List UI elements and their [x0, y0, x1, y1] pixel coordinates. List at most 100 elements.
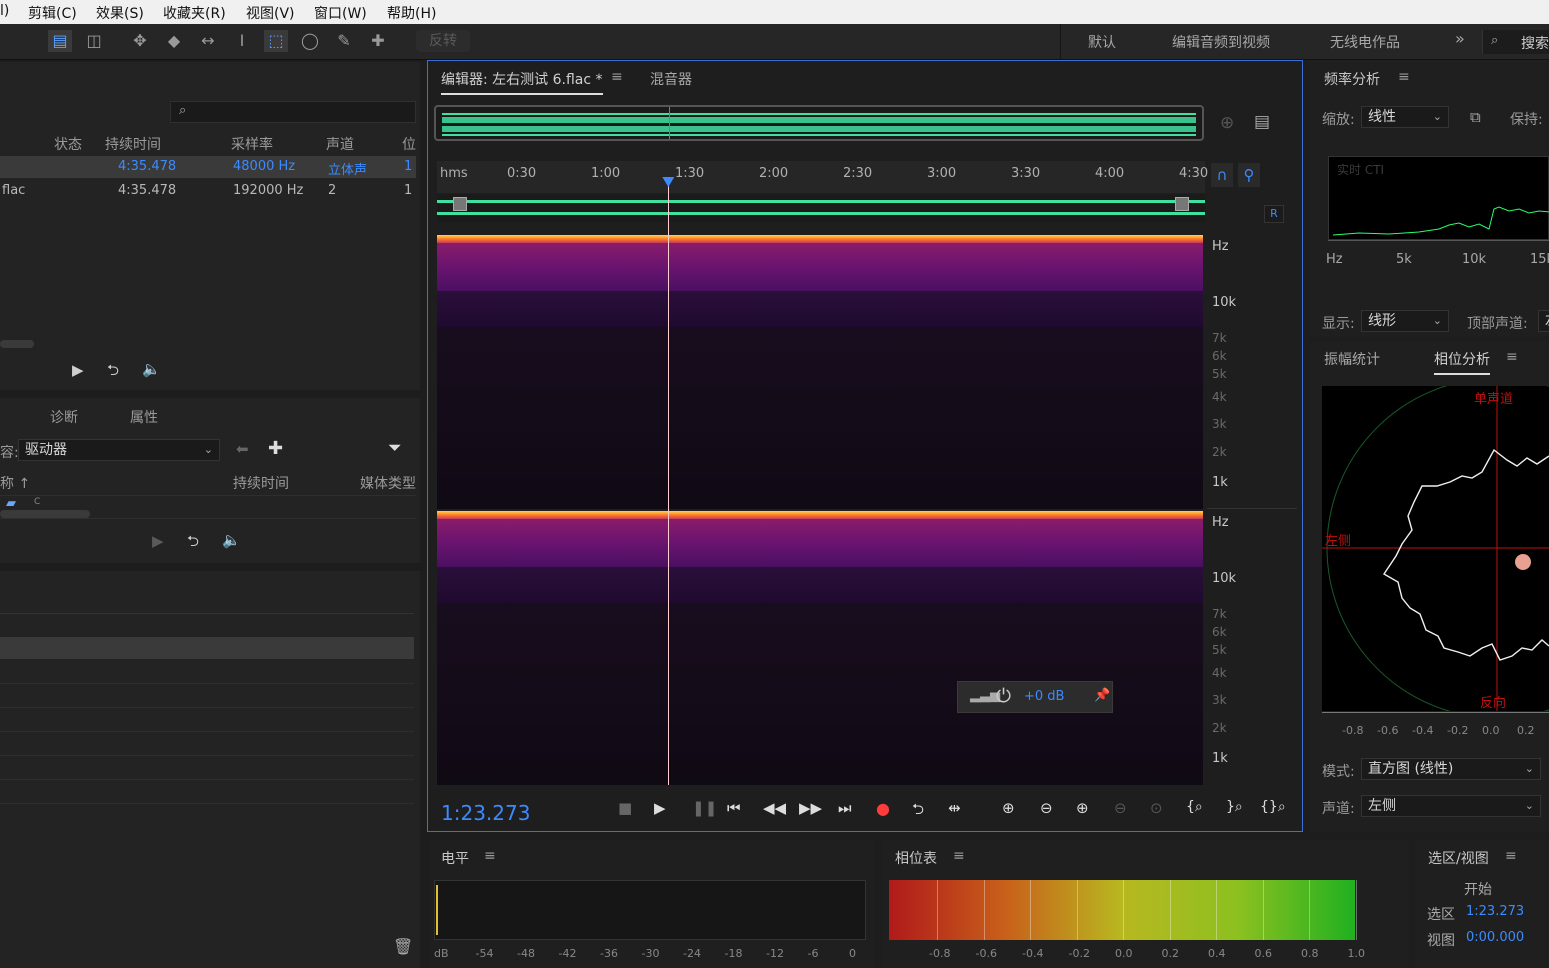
menu-view[interactable]: 视图(V) — [246, 3, 295, 23]
back-arrow-icon[interactable]: ⬅ — [236, 440, 249, 458]
reverse-button[interactable]: 反转 — [416, 30, 470, 52]
col-duration[interactable]: 持续时间 — [233, 473, 289, 493]
location-dropdown[interactable]: 驱动器 ⌄ — [18, 439, 220, 461]
files-search-input[interactable]: ⌕ — [170, 101, 416, 123]
top-channel-dropdown[interactable]: 左 — [1538, 310, 1549, 332]
table-row[interactable]: flac 4:35.478 192000 Hz 2 1 — [0, 180, 416, 202]
panel-menu-icon[interactable]: ≡ — [1505, 848, 1517, 864]
channel-dropdown[interactable]: 左侧 ⌄ — [1361, 795, 1541, 817]
menu-effects[interactable]: 效果(S) — [96, 3, 144, 23]
menu-favorites[interactable]: 收藏夹(R) — [163, 3, 226, 23]
tab-amplitude-stats[interactable]: 振幅统计 — [1324, 349, 1380, 369]
col-name[interactable]: 称 ↑ — [0, 473, 30, 493]
volume-value[interactable]: +0 dB — [1024, 689, 1064, 704]
loop-icon[interactable]: ⮌ — [107, 360, 119, 385]
menu-help[interactable]: 帮助(H) — [387, 3, 436, 23]
add-shortcut-icon[interactable]: ✚ — [268, 438, 283, 459]
fast-forward-icon[interactable]: ▶▶ — [799, 799, 822, 817]
play-icon[interactable]: ▶ — [72, 361, 84, 379]
playhead[interactable] — [668, 181, 670, 785]
col-bits[interactable]: 位 — [402, 134, 416, 154]
workspace-radio[interactable]: 无线电作品 — [1330, 32, 1400, 52]
loop-icon[interactable]: ⮌ — [912, 799, 924, 824]
pause-icon[interactable]: ❚❚ — [692, 799, 717, 817]
skip-start-icon[interactable]: ⏮ — [727, 799, 741, 817]
zoom-in-point-icon[interactable]: {⌕ — [1186, 799, 1203, 815]
panel-menu-icon[interactable]: ≡ — [611, 69, 623, 85]
copy-icon[interactable]: ⧉ — [1470, 108, 1481, 126]
stop-icon[interactable]: ■ — [618, 799, 632, 817]
zoom-in-amplitude-icon[interactable]: ⊕ — [1002, 799, 1015, 817]
list-view-icon[interactable]: ▤ — [1254, 112, 1270, 132]
horizontal-scrollbar[interactable] — [0, 340, 34, 348]
view-start-value[interactable]: 0:00.000 — [1466, 930, 1524, 945]
col-mediatype[interactable]: 媒体类型 — [360, 473, 416, 493]
zoom-out-point-icon[interactable]: }⌕ — [1226, 799, 1243, 815]
table-row[interactable]: 4:35.478 48000 Hz 立体声 1 — [0, 156, 416, 178]
pin-icon[interactable]: 📌 — [1094, 688, 1110, 703]
volume-knob-icon[interactable]: ⏻ — [996, 685, 1011, 707]
menu-window[interactable]: 窗口(W) — [314, 3, 367, 23]
waveform-view-icon[interactable]: ▤ — [48, 30, 72, 52]
panel-menu-icon[interactable]: ≡ — [1398, 69, 1410, 85]
scale-dropdown[interactable]: 线性 ⌄ — [1361, 106, 1449, 128]
lasso-tool-icon[interactable]: ◯ — [298, 30, 322, 52]
col-samplerate[interactable]: 采样率 — [231, 134, 273, 154]
list-item[interactable] — [0, 637, 414, 659]
mode-dropdown[interactable]: 直方图 (线性) ⌄ — [1361, 758, 1541, 780]
spectral-view-icon[interactable]: ◫ — [82, 30, 106, 52]
spectrogram-left[interactable] — [437, 235, 1203, 509]
brush-tool-icon[interactable]: ✎ — [332, 30, 356, 52]
zoom-full-icon[interactable]: ⊙ — [1150, 799, 1163, 817]
zoom-to-fit-icon[interactable]: ⊕ — [1220, 113, 1234, 133]
tab-mixer[interactable]: 混音器 — [650, 69, 692, 89]
volume-hud[interactable]: ▂▃▅ ⏻ +0 dB 📌 — [957, 681, 1113, 713]
display-dropdown[interactable]: 线形 ⌄ — [1361, 310, 1449, 332]
current-time[interactable]: 1:23.273 — [441, 801, 530, 825]
time-selection-tool-icon[interactable]: I — [230, 30, 254, 52]
col-duration[interactable]: 持续时间 — [105, 134, 161, 154]
zoom-selection-icon[interactable]: {}⌕ — [1260, 799, 1286, 815]
rewind-icon[interactable]: ◀◀ — [763, 799, 786, 817]
fade-out-handle[interactable] — [1175, 197, 1189, 211]
search-box[interactable]: ⌕ 搜索 — [1482, 30, 1549, 54]
move-tool-icon[interactable]: ✥ — [128, 30, 152, 52]
slip-tool-icon[interactable]: ↔ — [196, 30, 220, 52]
selection-start-value[interactable]: 1:23.273 — [1466, 904, 1524, 919]
zoom-in-time-icon[interactable]: ⊕ — [1076, 799, 1089, 817]
play-icon[interactable]: ▶ — [152, 532, 164, 550]
zoom-out-time-icon[interactable]: ⊖ — [1114, 799, 1127, 817]
tab-properties[interactable]: 属性 — [130, 407, 158, 427]
time-ruler[interactable]: hms 0:30 1:00 1:30 2:00 2:30 3:00 3:30 4:00 4:30 — [437, 161, 1208, 193]
marker-pin-icon[interactable]: ⚲ — [1238, 163, 1260, 187]
panel-menu-icon[interactable]: ≡ — [1506, 349, 1518, 365]
workspace-default[interactable]: 默认 — [1088, 32, 1116, 52]
channel-badge[interactable]: R — [1264, 205, 1284, 223]
loop-icon[interactable]: ⮌ — [187, 531, 199, 556]
play-icon[interactable]: ▶ — [654, 799, 666, 817]
zoom-out-amplitude-icon[interactable]: ⊖ — [1040, 799, 1053, 817]
filter-icon[interactable]: ⏷ — [388, 438, 402, 458]
fade-in-handle[interactable] — [453, 197, 467, 211]
record-icon[interactable]: ● — [876, 799, 890, 818]
headphone-icon[interactable]: ∩ — [1211, 163, 1233, 187]
trash-icon[interactable]: 🗑 — [393, 937, 413, 956]
menu-partial[interactable]: l) — [0, 3, 9, 19]
skip-selection-icon[interactable]: ⇹ — [948, 799, 961, 817]
tab-editor[interactable]: 编辑器: 左右测试 6.flac * — [441, 69, 603, 95]
skip-end-icon[interactable]: ⏭ — [838, 799, 852, 817]
col-status[interactable]: 状态 — [54, 134, 82, 154]
overview-navigator[interactable] — [434, 105, 1204, 141]
healing-tool-icon[interactable]: ✚ — [366, 30, 390, 52]
tab-phase-analysis[interactable]: 相位分析 — [1434, 349, 1490, 375]
razor-tool-icon[interactable]: ◆ — [162, 30, 186, 52]
autoplay-speaker-icon[interactable]: 🔈 — [142, 360, 161, 378]
autoplay-speaker-icon[interactable]: 🔈 — [222, 531, 241, 549]
panel-menu-icon[interactable]: ≡ — [484, 848, 496, 864]
workspace-edit-to-video[interactable]: 编辑音频到视频 — [1172, 32, 1270, 52]
panel-menu-icon[interactable]: ≡ — [953, 848, 965, 864]
workspace-more-icon[interactable]: » — [1455, 29, 1465, 48]
spectrogram-right[interactable] — [437, 511, 1203, 785]
marquee-tool-icon[interactable]: ⬚ — [264, 30, 288, 52]
menu-clip[interactable]: 剪辑(C) — [28, 3, 77, 23]
